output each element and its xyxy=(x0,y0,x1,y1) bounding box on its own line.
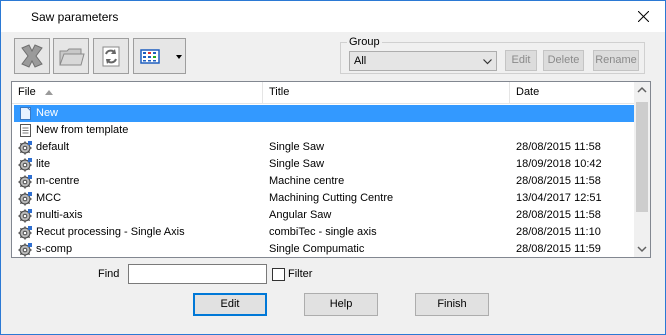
folder-icon xyxy=(59,48,85,66)
cell-date: 28/08/2015 11:59 xyxy=(516,243,601,255)
edit-button[interactable]: Edit xyxy=(193,293,267,316)
cell-title: Machine centre xyxy=(269,175,345,187)
find-label: Find xyxy=(98,268,120,280)
list-row[interactable]: MCC Machining Cutting Centre 13/04/2017 12… xyxy=(14,190,634,207)
cell-date: 28/08/2015 11:58 xyxy=(516,209,601,221)
group-label: Group xyxy=(347,36,382,48)
cell-file: s-comp xyxy=(36,243,73,255)
saw-gear-icon xyxy=(18,175,32,189)
title-bar: Saw parameters xyxy=(1,1,665,32)
scroll-down-button[interactable] xyxy=(634,240,650,257)
delete-toolbar-button[interactable] xyxy=(14,38,50,74)
cell-date: 18/09/2018 10:42 xyxy=(516,158,602,170)
column-header-date[interactable]: Date xyxy=(510,82,634,103)
group-rename-button[interactable]: Rename xyxy=(593,50,639,71)
cell-title: combiTec - single axis xyxy=(269,226,377,238)
cell-date: 28/08/2015 11:58 xyxy=(516,141,601,153)
saw-gear-icon xyxy=(18,243,32,257)
delete-x-icon xyxy=(21,44,43,68)
list-row[interactable]: Recut processing - Single Axis combiTec -… xyxy=(14,224,634,241)
refresh-toolbar-button[interactable] xyxy=(93,38,129,74)
chevron-down-icon xyxy=(176,55,182,59)
file-list[interactable]: File Title Date New New from template defa… xyxy=(11,81,651,258)
column-header-title[interactable]: Title xyxy=(263,82,509,103)
cell-title: Single Compumatic xyxy=(269,243,365,255)
window-title: Saw parameters xyxy=(31,10,119,24)
cell-date: 13/04/2017 12:51 xyxy=(516,192,602,204)
finish-button[interactable]: Finish xyxy=(415,293,489,316)
new-file-icon xyxy=(20,107,31,120)
cell-file: multi-axis xyxy=(36,209,83,221)
group-select[interactable]: All xyxy=(349,51,497,71)
list-row[interactable]: lite Single Saw 18/09/2018 10:42 xyxy=(14,156,634,173)
list-row[interactable]: multi-axis Angular Saw 28/08/2015 11:58 xyxy=(14,207,634,224)
refresh-icon xyxy=(102,46,120,67)
sort-ascending-icon xyxy=(44,89,53,95)
close-icon xyxy=(638,11,649,22)
cell-title: Single Saw xyxy=(269,141,325,153)
column-header-file-label: File xyxy=(18,86,36,98)
saw-gear-icon xyxy=(18,192,32,206)
list-row[interactable]: New from template xyxy=(14,122,634,139)
scroll-up-button[interactable] xyxy=(634,82,650,99)
list-row[interactable]: default Single Saw 28/08/2015 11:58 xyxy=(14,139,634,156)
scroll-thumb[interactable] xyxy=(636,102,648,212)
list-row[interactable]: New xyxy=(14,105,634,122)
chevron-down-icon xyxy=(483,59,492,65)
group-edit-button[interactable]: Edit xyxy=(505,50,537,71)
template-icon xyxy=(20,124,31,137)
cell-title: Machining Cutting Centre xyxy=(269,192,394,204)
list-header: File Title Date xyxy=(12,82,650,104)
column-header-file[interactable]: File xyxy=(12,82,262,103)
open-toolbar-button[interactable] xyxy=(53,38,89,74)
cell-file: lite xyxy=(36,158,51,170)
cell-title: Single Saw xyxy=(269,158,325,170)
filter-label: Filter xyxy=(288,268,313,280)
cell-date: 28/08/2015 11:58 xyxy=(516,175,601,187)
cell-file: MCC xyxy=(36,192,62,204)
saw-gear-icon xyxy=(18,226,32,240)
list-row[interactable]: s-comp Single Compumatic 28/08/2015 11:59 xyxy=(14,241,634,257)
saw-gear-icon xyxy=(18,158,32,172)
saw-gear-icon xyxy=(18,141,32,155)
group-delete-button[interactable]: Delete xyxy=(543,50,584,71)
group-select-value: All xyxy=(354,55,367,67)
chevron-down-icon xyxy=(637,246,647,253)
filter-checkbox[interactable] xyxy=(272,268,285,281)
cell-date: 28/08/2015 11:10 xyxy=(516,226,601,238)
view-mode-icon xyxy=(140,49,182,64)
cell-file: New from template xyxy=(36,124,129,136)
help-button[interactable]: Help xyxy=(304,293,378,316)
cell-file: default xyxy=(36,141,70,153)
view-mode-dropdown-button[interactable] xyxy=(133,38,186,74)
cell-file: New xyxy=(36,107,59,119)
vertical-scrollbar[interactable] xyxy=(634,82,650,257)
close-button[interactable] xyxy=(621,1,665,32)
saw-gear-icon xyxy=(18,209,32,223)
find-input[interactable] xyxy=(128,264,267,284)
cell-file: m-centre xyxy=(36,175,80,187)
cell-file: Recut processing - Single Axis xyxy=(36,226,185,238)
saw-parameters-dialog: Saw parameters Group All Edit Delete Ren… xyxy=(0,0,666,335)
chevron-up-icon xyxy=(637,86,647,93)
list-row[interactable]: m-centre Machine centre 28/08/2015 11:58 xyxy=(14,173,634,190)
cell-title: Angular Saw xyxy=(269,209,332,221)
